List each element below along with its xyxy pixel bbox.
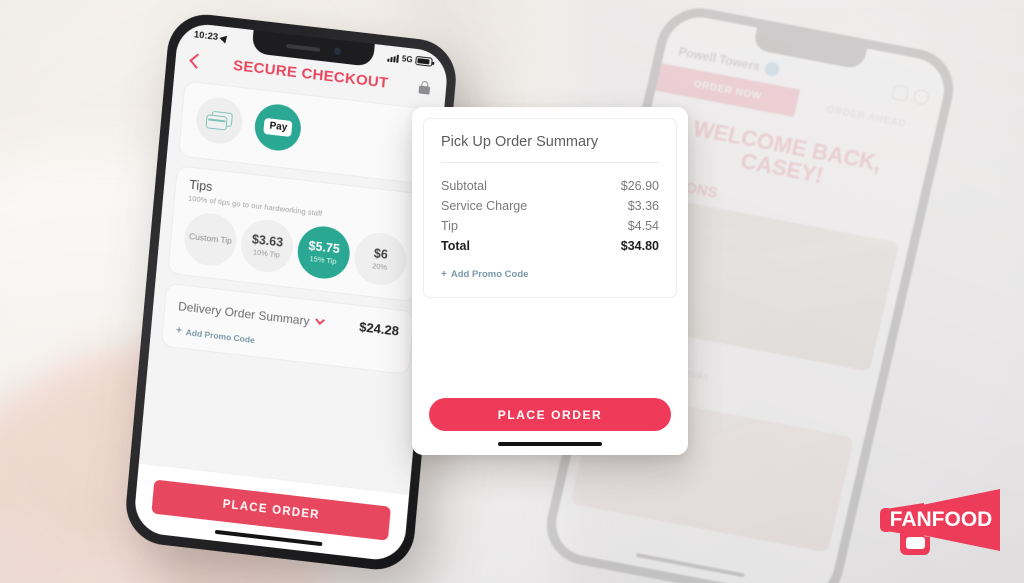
screenshot-scene: Powell Towers ORDER NOW ORDER AHEAD WELC…: [0, 0, 1024, 583]
scene-vignette: [0, 0, 1024, 583]
